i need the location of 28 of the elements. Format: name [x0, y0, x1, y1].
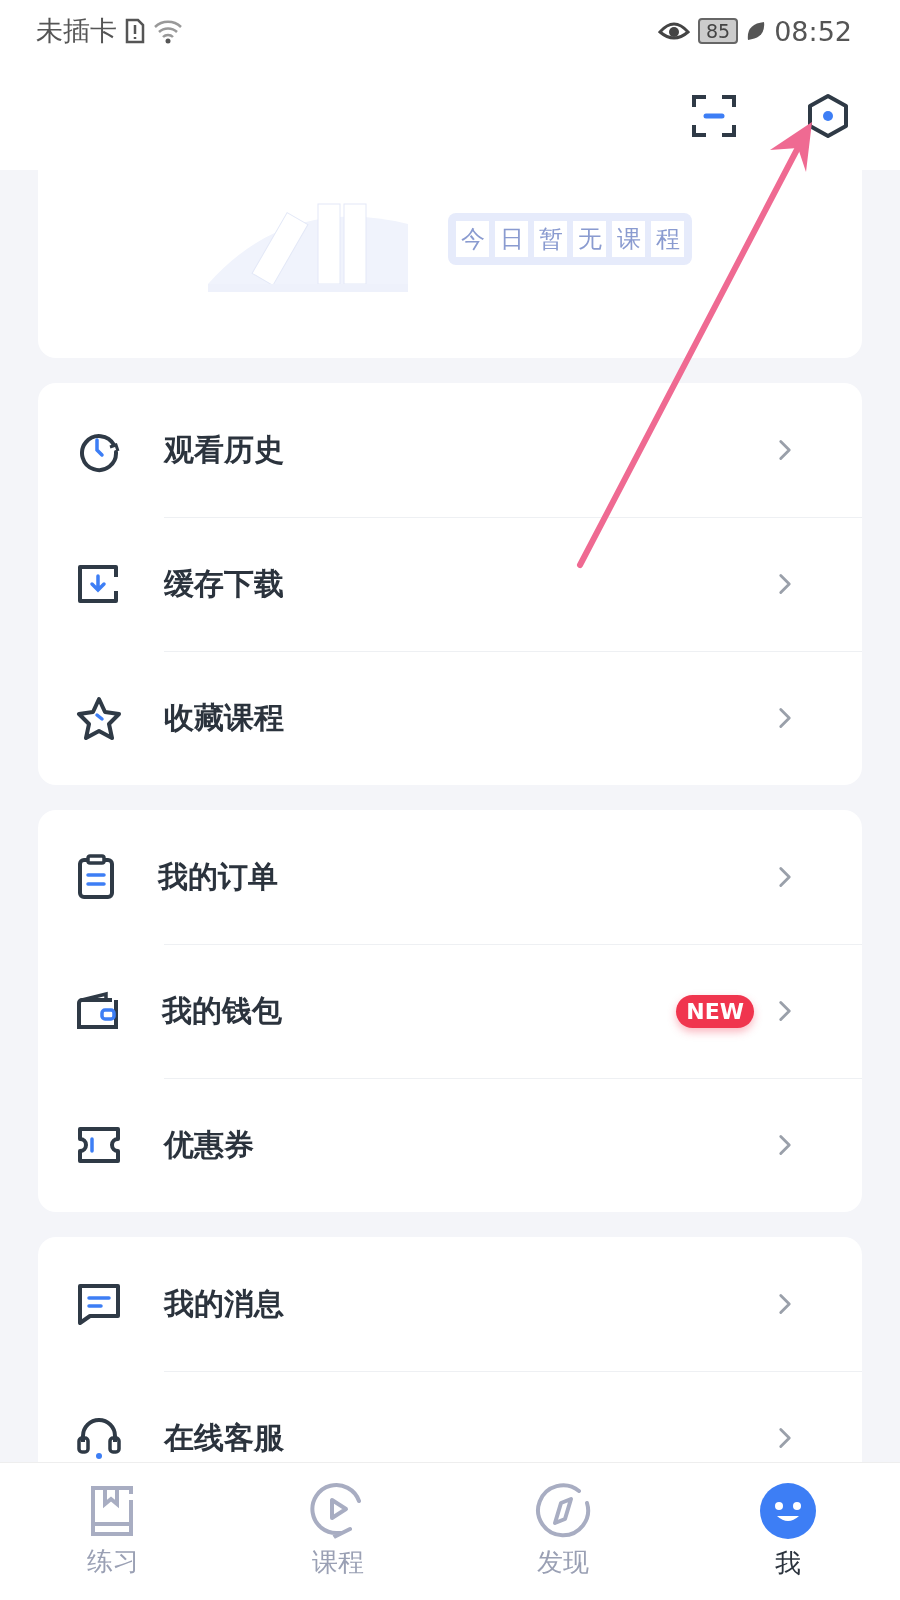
clipboard-icon: [76, 854, 116, 900]
menu-item[interactable]: 我的消息: [38, 1237, 862, 1371]
menu-item[interactable]: 我的钱包 NEW: [38, 944, 862, 1078]
battery-level: 85: [698, 18, 739, 44]
menu-item[interactable]: 缓存下载: [38, 517, 862, 651]
ticket-icon: [76, 1125, 122, 1165]
wallet-icon: [76, 990, 120, 1032]
scan-icon[interactable]: [692, 95, 736, 137]
clock-time: 08:52: [774, 15, 852, 47]
smiley-icon: [758, 1482, 817, 1540]
leaf-icon: [746, 20, 767, 42]
no-courses-today-label: 今日暂无课程: [448, 213, 692, 265]
menu-item[interactable]: 观看历史: [38, 383, 862, 517]
new-badge: NEW: [676, 994, 754, 1028]
menu-item[interactable]: 收藏课程: [38, 651, 862, 785]
eye-icon: [658, 20, 690, 42]
headset-icon: [76, 1416, 122, 1460]
star-icon: [76, 696, 122, 740]
menu-item[interactable]: 在线客服: [38, 1371, 862, 1462]
carrier-text: 未插卡: [36, 14, 117, 48]
message-icon: [76, 1282, 122, 1326]
sim-alert-icon: [125, 18, 145, 44]
settings-icon[interactable]: [806, 93, 850, 139]
compass-icon: [534, 1483, 591, 1539]
menu-item[interactable]: 优惠券: [38, 1078, 862, 1212]
wifi-icon: [153, 18, 183, 44]
tab-bar-item[interactable]: 我: [675, 1463, 900, 1600]
menu-item[interactable]: 我的订单: [38, 810, 862, 944]
